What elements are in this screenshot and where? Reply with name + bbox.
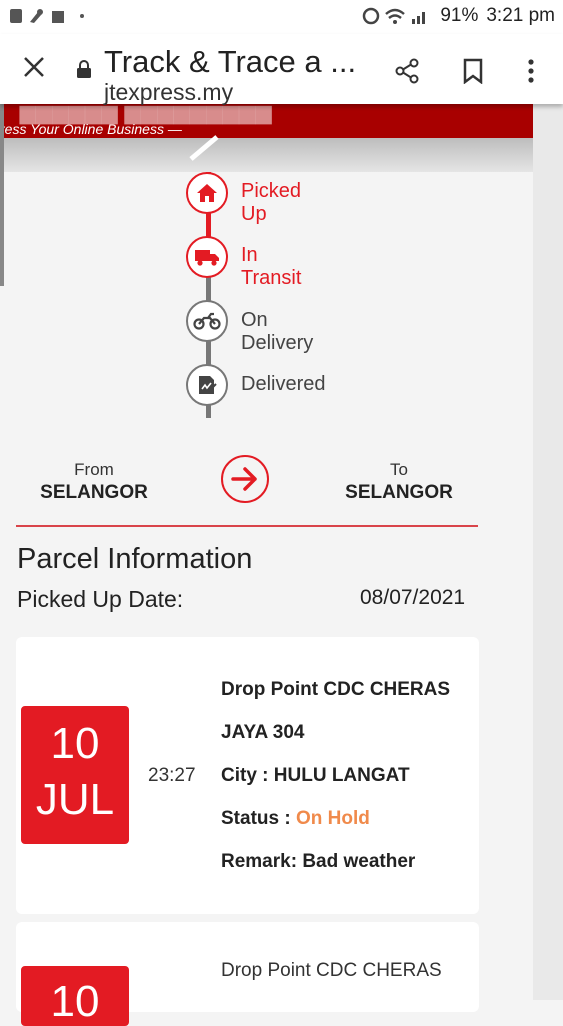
share-icon	[395, 58, 419, 84]
system-icons: 91% 3:21 pm	[362, 5, 555, 27]
event-time: 23:27	[148, 765, 196, 786]
battery-percentage: 91%	[440, 5, 479, 26]
step-on-delivery-icon	[186, 300, 228, 342]
step-in-transit-icon	[186, 236, 228, 278]
section-divider	[16, 525, 478, 527]
status-label: Status :	[221, 808, 291, 829]
route-to: To SELANGOR	[314, 460, 484, 504]
city-value: HULU LANGAT	[273, 765, 410, 786]
signed-document-icon	[199, 376, 217, 394]
more-options-button[interactable]	[514, 54, 548, 88]
event-day: 10	[50, 977, 100, 1026]
route-arrow	[221, 455, 269, 503]
banner-tagline: ress Your Online Business —	[0, 121, 182, 137]
lock-icon	[77, 60, 91, 78]
more-vertical-icon	[528, 59, 534, 83]
event-day: 10	[50, 719, 100, 768]
remark-value: Bad weather	[302, 851, 416, 872]
arrow-right-icon	[231, 467, 257, 491]
step-delivered-icon	[186, 364, 228, 406]
event-drop-point-cont: JAYA 304	[221, 722, 305, 743]
status-notification-icons	[10, 9, 84, 23]
page-url: jtexpress.my	[104, 79, 234, 105]
event-drop-point: Drop Point CDC CHERAS	[221, 679, 451, 700]
notification-icons	[8, 6, 92, 31]
event-date-badge: 10	[21, 966, 129, 1026]
picked-up-date-value: 08/07/2021	[360, 586, 466, 609]
event-date-badge: 10 JUL	[21, 706, 129, 844]
parcel-info-title: Parcel Information	[17, 543, 253, 575]
motorcycle-icon	[193, 312, 221, 330]
event-month: JUL	[35, 775, 115, 824]
left-edge-panel	[0, 96, 4, 286]
remark-label: Remark:	[221, 851, 298, 872]
page-overlay-strip	[0, 138, 563, 172]
status-value: On Hold	[295, 808, 370, 829]
share-button[interactable]	[390, 54, 424, 88]
timeline-start-marker	[189, 135, 219, 161]
step-label: Delivered	[241, 373, 326, 395]
close-icon	[24, 57, 44, 77]
page-title: Track & Trace a ...	[104, 44, 357, 79]
to-label: To	[390, 460, 408, 479]
event-remark: Remark: Bad weather	[221, 851, 415, 873]
close-tab-button[interactable]	[18, 54, 50, 86]
bookmark-button[interactable]	[456, 54, 490, 88]
truck-icon	[195, 250, 219, 266]
event-status: Status : On Hold	[221, 808, 370, 830]
tracking-event-card: 10 Drop Point CDC CHERAS	[16, 922, 479, 1026]
step-label: In Transit	[241, 244, 302, 289]
step-picked-up-icon	[186, 172, 228, 214]
clock: 3:21 pm	[486, 5, 555, 26]
from-value: SELANGOR	[40, 482, 148, 503]
site-header-banner: ▆▆▆▆▆▆ ▆▆▆▆▆▆▆▆▆ ress Your Online Busine…	[0, 104, 533, 138]
tracking-event-card: 10 JUL 23:27 Drop Point CDC CHERAS JAYA …	[16, 637, 479, 914]
timeline-connector	[206, 404, 211, 418]
android-status-bar: 91% 3:21 pm	[0, 0, 563, 34]
picked-up-date-label: Picked Up Date:	[17, 586, 184, 612]
home-icon	[197, 184, 217, 202]
alarm-wifi-signal-icons	[363, 7, 426, 25]
to-value: SELANGOR	[345, 482, 453, 503]
event-drop-point: Drop Point CDC CHERAS	[221, 960, 442, 981]
browser-toolbar: Track & Trace a ... jtexpress.my	[0, 34, 563, 105]
city-label: City :	[221, 765, 269, 786]
bookmark-icon	[463, 58, 483, 84]
from-label: From	[74, 460, 114, 479]
step-label: On Delivery	[241, 309, 314, 354]
page-right-gutter	[533, 100, 563, 1000]
step-label: Picked Up	[241, 180, 302, 225]
route-from: From SELANGOR	[9, 460, 179, 504]
event-city: City : HULU LANGAT	[221, 765, 410, 787]
